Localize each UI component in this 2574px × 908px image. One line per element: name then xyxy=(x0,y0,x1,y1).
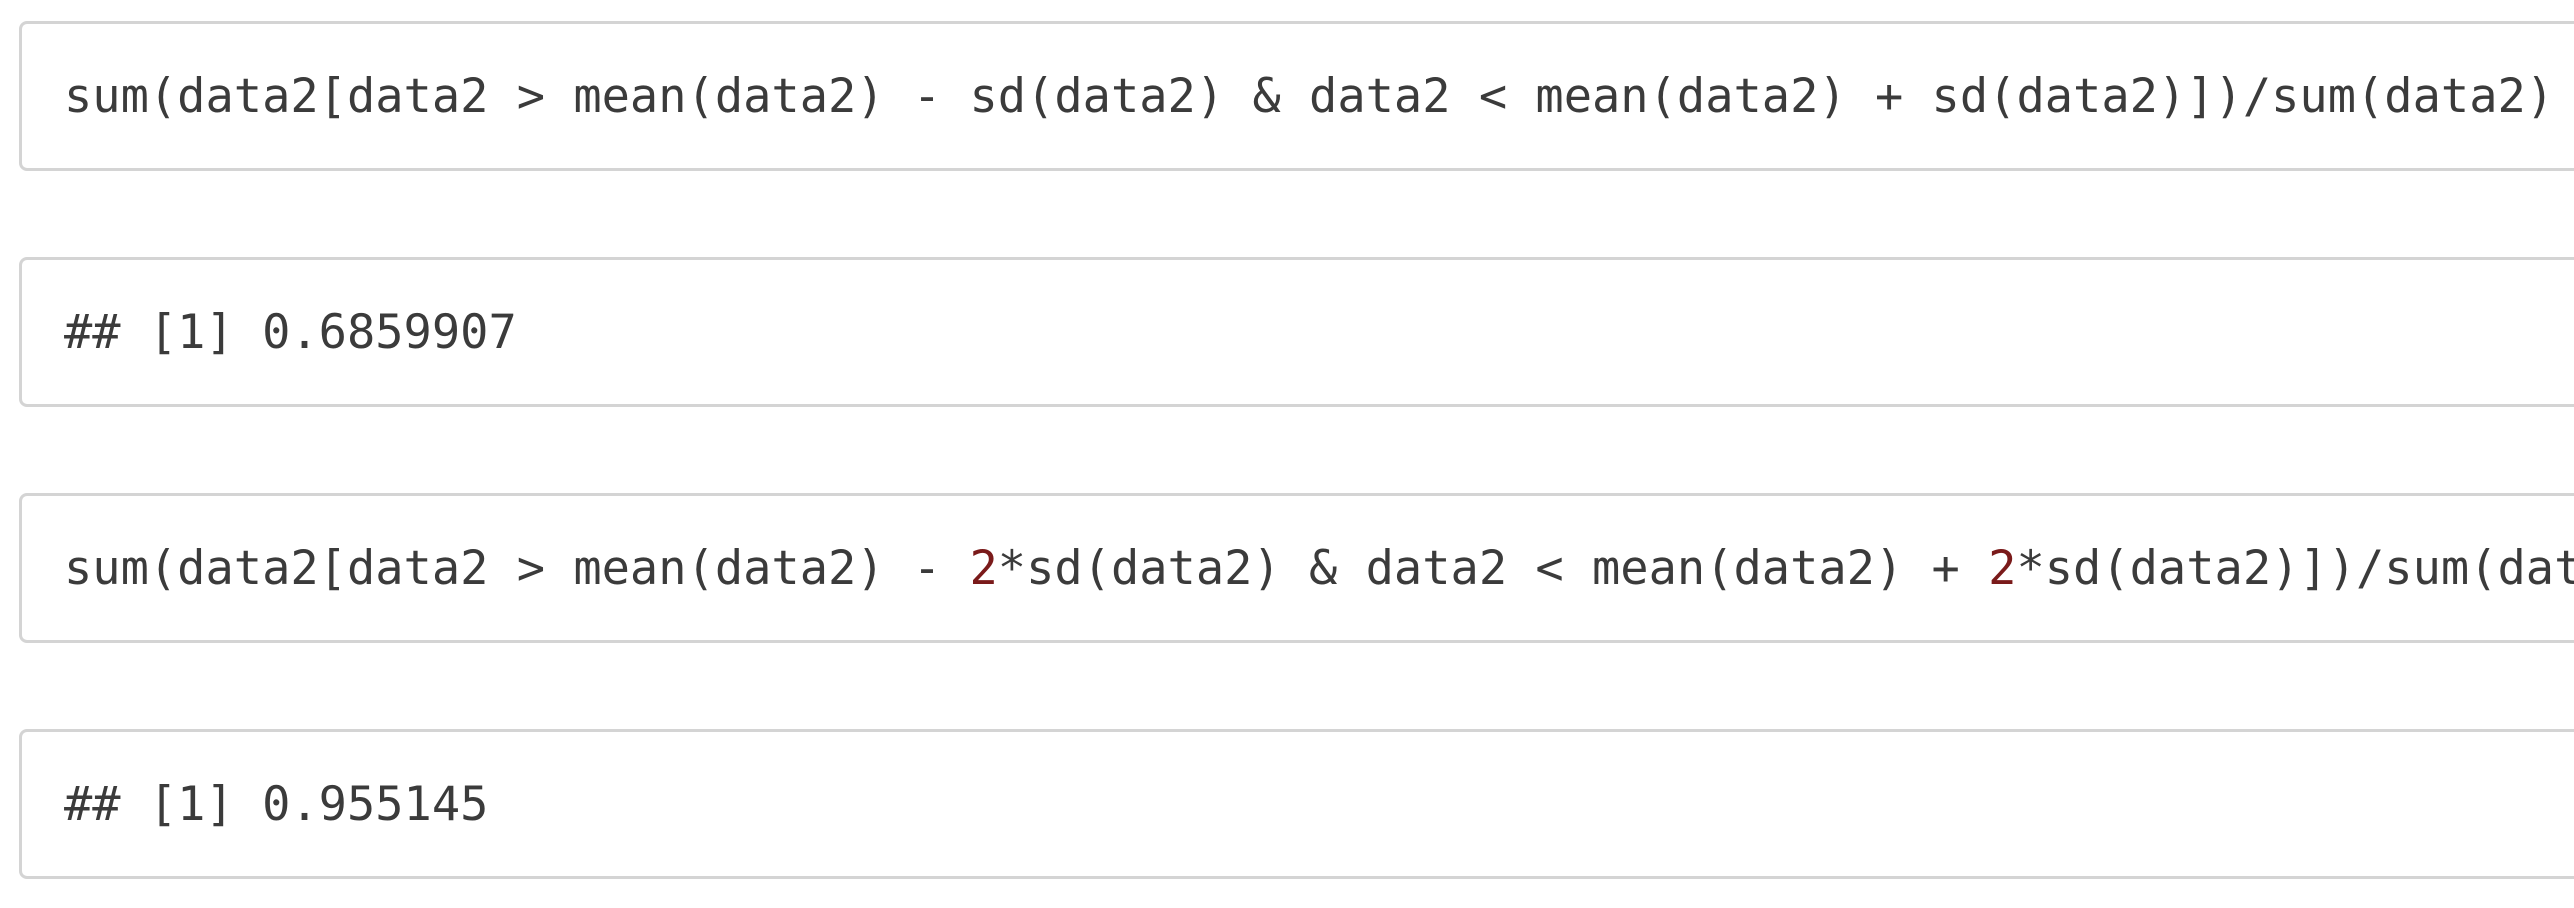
output-text: ## [1] 0.6859907 xyxy=(64,304,517,360)
numeric-literal: 2 xyxy=(969,540,998,596)
code-line: sum(data2[data2 > mean(data2) - 2*sd(dat… xyxy=(64,541,2574,596)
code-chunk-output[interactable]: ## [1] 0.6859907 xyxy=(19,257,2574,407)
code-text: sum(data2[data2 > mean(data2) - xyxy=(64,540,970,596)
code-chunk-output[interactable]: ## [1] 0.955145 xyxy=(19,729,2574,879)
output-text: ## [1] 0.955145 xyxy=(64,776,489,832)
code-text: sum(data2[data2 > mean(data2) - sd(data2… xyxy=(64,68,2555,124)
code-chunk-source[interactable]: sum(data2[data2 > mean(data2) - 2*sd(dat… xyxy=(19,493,2574,643)
numeric-literal: 2 xyxy=(1988,540,2017,596)
code-text: *sd(data2) & data2 < mean(data2) + xyxy=(997,540,1989,596)
code-text: *sd(data2)])/sum(data2) xyxy=(2016,540,2574,596)
output-line: ## [1] 0.6859907 xyxy=(64,305,517,360)
output-line: ## [1] 0.955145 xyxy=(64,777,488,832)
code-line: sum(data2[data2 > mean(data2) - sd(data2… xyxy=(64,69,2554,124)
code-chunk-source[interactable]: sum(data2[data2 > mean(data2) - sd(data2… xyxy=(19,21,2574,171)
